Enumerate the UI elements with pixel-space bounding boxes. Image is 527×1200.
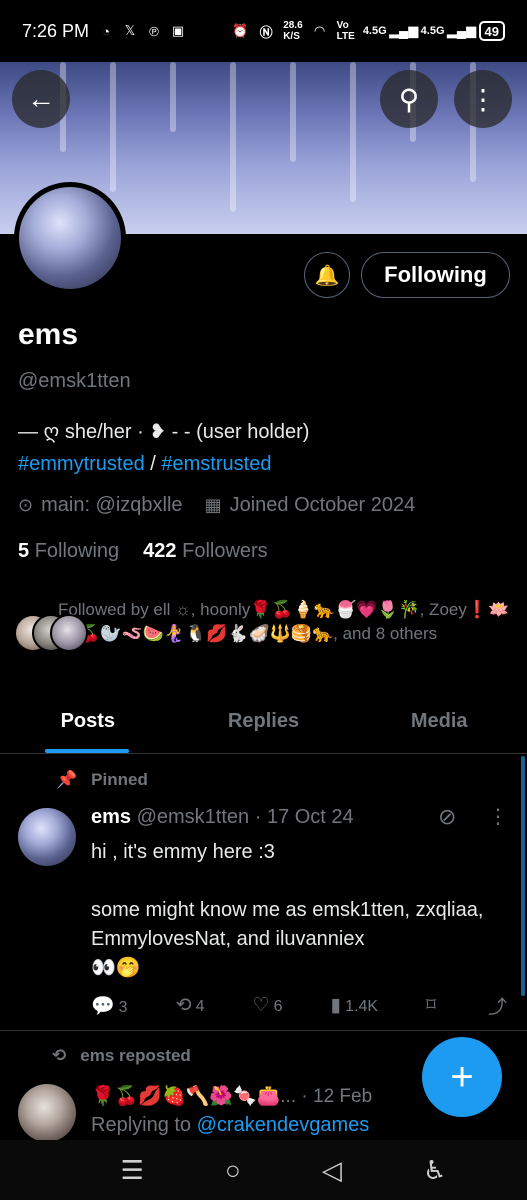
signal-icon: ▂▄▆ (389, 23, 419, 38)
joined-item: ▦ Joined October 2024 (204, 494, 416, 516)
follow-counts: 5 Following 422 Followers (18, 540, 268, 563)
profile-name: ems (18, 318, 79, 351)
post-author-name[interactable]: ems (91, 806, 131, 828)
status-right: ⏰ Ⓝ 28.6 K/S ◠ Vo LTE 4.5G ▂▄▆ 4.5G ▂▄▆ … (231, 20, 505, 42)
post-avatar[interactable] (18, 1084, 76, 1142)
signal-icon: ▂▄▆ (446, 23, 477, 38)
share-button[interactable]: ⤴ (488, 992, 511, 1019)
status-bar: 7:26 PM ◔ 𝕏 ℗ ▣ ⏰ Ⓝ 28.6 K/S ◠ Vo LTE 4.… (0, 0, 527, 62)
search-button[interactable]: ⚲ (380, 70, 438, 128)
location-pin-icon: ⊙ (18, 495, 34, 515)
views-icon: ▮ (330, 995, 342, 1016)
back-icon[interactable]: ◁ (322, 1155, 342, 1186)
repost-button[interactable]: ⟲ 4 (176, 994, 205, 1017)
post-avatar[interactable] (18, 808, 76, 866)
grok-icon[interactable]: ⊘ (438, 804, 456, 830)
post-date: · 17 Oct 24 (254, 806, 354, 828)
network-type-1: 4.5G (362, 25, 387, 37)
bookmark-icon: ⌑ (426, 995, 436, 1016)
repost-indicator: ⟲ ems reposted (52, 1046, 191, 1065)
more-vertical-icon: ⋮ (469, 83, 497, 115)
replying-to: Replying to @crakendevgames (91, 1114, 370, 1136)
back-arrow-icon: ← (27, 83, 55, 114)
home-icon[interactable]: ○ (225, 1155, 241, 1186)
followers-count-link[interactable]: 422 Followers (143, 540, 268, 563)
calendar-icon: ▦ (204, 495, 222, 515)
battery-indicator: 49 (478, 21, 505, 41)
office-icon: ▣ (171, 23, 185, 38)
network-type-2: 4.5G (420, 25, 445, 37)
pinned-indicator: 📌 Pinned (56, 770, 148, 789)
scrollbar[interactable] (521, 756, 525, 996)
network-speed: 28.6 K/S (283, 20, 303, 42)
bio-line: — ღ she/her · ❥ - - (user holder) (18, 421, 310, 443)
reply-button[interactable]: 💬 3 (91, 994, 128, 1018)
reply-icon: 💬 (91, 995, 115, 1017)
pinterest-icon: ℗ (149, 23, 159, 39)
profile-bio: — ღ she/her · ❥ - - (user holder) #emmyt… (18, 416, 309, 480)
x-icon: 𝕏 (124, 23, 136, 38)
tag-separator: / (144, 453, 162, 475)
compose-button[interactable]: + (422, 1037, 502, 1117)
post-author-name[interactable]: 🌹🍒💋🍓🪓🌺🍬👛... (91, 1086, 296, 1107)
hashtag-link[interactable]: #emstrusted (161, 453, 271, 475)
volte-indicator: Vo LTE (336, 20, 355, 42)
avatar (50, 614, 88, 652)
pin-icon: 📌 (56, 770, 78, 789)
nfc-icon: Ⓝ (259, 24, 273, 40)
tab-media[interactable]: Media (351, 698, 527, 753)
bio-tags: #emmytrusted / #emstrusted (18, 448, 309, 480)
post-author-handle: @emsk1tten (136, 806, 250, 828)
repost-icon: ⟲ (52, 1046, 67, 1065)
more-button[interactable]: ⋮ (454, 70, 512, 128)
search-icon: ⚲ (398, 83, 420, 115)
post-actions: 💬 3 ⟲ 4 ♡ 6 ▮ 1.4K ⌑ ⤴ (91, 992, 511, 1019)
recents-icon[interactable]: ☰ (121, 1155, 144, 1186)
system-nav-bar: ☰ ○ ◁ ♿ (0, 1140, 527, 1200)
status-time: 7:26 PM (22, 20, 90, 41)
views-button[interactable]: ▮ 1.4K (331, 994, 378, 1017)
bookmark-button[interactable]: ⌑ (426, 994, 440, 1017)
reply-to-link[interactable]: @crakendevgames (197, 1114, 370, 1136)
share-icon: ⤴ (487, 997, 507, 1018)
back-button[interactable]: ← (12, 70, 70, 128)
like-button[interactable]: ♡ 6 (253, 994, 283, 1017)
hashtag-link[interactable]: #emmytrusted (18, 453, 145, 475)
tab-posts[interactable]: Posts (0, 698, 176, 753)
active-tab-indicator (45, 749, 129, 753)
notification-icons: ◔ 𝕏 ℗ ▣ (97, 22, 187, 40)
bell-icon: 🔔 (314, 264, 340, 287)
following-count-link[interactable]: 5 Following (18, 540, 119, 563)
heart-icon: ♡ (252, 995, 270, 1016)
post-more-icon[interactable]: ⋮ (488, 804, 508, 829)
post-date: · 12 Feb (301, 1086, 373, 1107)
post-divider (0, 1030, 527, 1031)
whatsapp-icon: ◔ (102, 23, 110, 39)
tab-replies[interactable]: Replies (176, 698, 352, 753)
wifi-icon: ◠ (314, 23, 325, 38)
following-button[interactable]: Following (361, 252, 510, 298)
followed-by-text: Followed by ell ☼, hoonly🌹🍒🍦🐆🍧💗🌷🎋, Zoey❗… (57, 600, 510, 643)
profile-handle: @emsk1tten (18, 370, 131, 392)
profile-avatar[interactable] (14, 182, 126, 294)
profile-meta: ⊙ main: @izqbxlle ▦ Joined October 2024 (18, 494, 415, 517)
alarm-icon: ⏰ (232, 23, 249, 38)
followed-by[interactable]: Followed by ell ☼, hoonly🌹🍒🍦🐆🍧💗🌷🎋, Zoey❗… (14, 598, 519, 654)
repost-icon: ⟲ (175, 995, 192, 1016)
accessibility-icon[interactable]: ♿ (423, 1155, 446, 1186)
post-header: ems @emsk1tten · 17 Oct 24 (91, 806, 354, 829)
profile-tabs: Posts Replies Media (0, 698, 527, 754)
post-text: hi , it's emmy here :3 some might know m… (91, 841, 484, 979)
location-item: ⊙ main: @izqbxlle (18, 494, 183, 516)
notifications-button[interactable]: 🔔 (304, 252, 350, 298)
followed-by-avatars (14, 614, 88, 654)
post-header: 🌹🍒💋🍓🪓🌺🍬👛... · 12 Feb (91, 1084, 372, 1108)
